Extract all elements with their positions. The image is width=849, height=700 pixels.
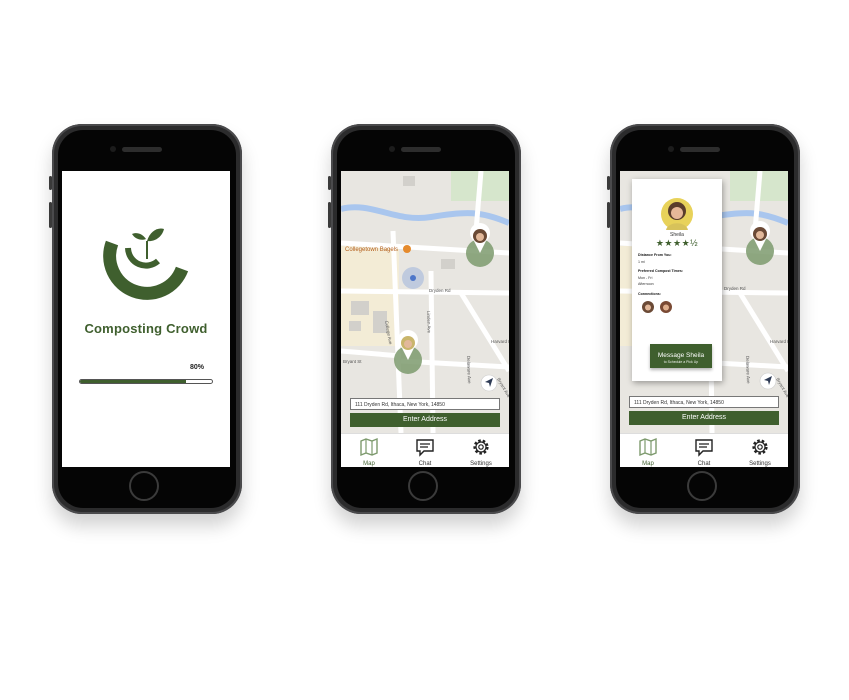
app-logo-icon (103, 228, 189, 300)
street-label: Dryden Rd (724, 286, 746, 291)
rating-stars: ★★★★½ (655, 238, 699, 248)
earpiece-speaker (122, 147, 162, 152)
current-location-dot (410, 275, 416, 281)
side-button (328, 176, 331, 190)
profile-screen: Dryden Rd Harvard Pl Delaware Ave Bryant… (620, 171, 788, 467)
tab-label: Settings (749, 461, 771, 467)
logo-inner-arc (125, 247, 160, 269)
tab-label: Chat (697, 461, 711, 467)
connection-avatar[interactable] (642, 301, 654, 313)
map-view[interactable]: Collegetown Bagels Dryden Rd College Ave… (341, 171, 509, 433)
phone-map: Collegetown Bagels Dryden Rd College Ave… (328, 124, 521, 514)
chat-icon (695, 439, 713, 457)
message-button-subtitle: to Schedule a Pick Up (663, 360, 699, 364)
front-camera (389, 146, 395, 152)
tab-label: Map (642, 461, 654, 467)
logo-leaf-left (132, 233, 146, 240)
progress-fill (80, 380, 186, 383)
progress-percent: 80% (190, 364, 205, 371)
message-button-title: Message Sheila (657, 352, 705, 359)
street-label: Delaware Ave (745, 356, 751, 384)
map-view[interactable]: Dryden Rd Harvard Pl Delaware Ave Bryant… (620, 171, 788, 433)
locate-button[interactable] (759, 372, 777, 390)
tab-settings[interactable]: Settings (453, 436, 509, 467)
street-label: Harvard Pl (491, 339, 509, 344)
street-label: Bryant St (343, 359, 362, 364)
profile-card: Sheila ★★★★½ Distance From You: 1 mi Pre… (632, 179, 722, 381)
street-label: Linden Ave (426, 311, 432, 334)
tab-label: Chat (418, 461, 432, 467)
tab-map[interactable]: Map (341, 436, 397, 467)
map-screen: Collegetown Bagels Dryden Rd College Ave… (341, 171, 509, 467)
side-button (607, 176, 610, 190)
map-icon (639, 437, 657, 457)
locate-button[interactable] (480, 374, 498, 392)
distance-value: 1 mi (638, 260, 645, 264)
distance-label: Distance From You: (638, 253, 672, 257)
front-camera (668, 146, 674, 152)
earpiece-speaker (680, 147, 720, 152)
message-button[interactable]: Message Sheila to Schedule a Pick Up (650, 344, 712, 368)
enter-address-button[interactable]: Enter Address (629, 411, 779, 425)
enter-address-button[interactable]: Enter Address (350, 413, 500, 427)
side-button (607, 202, 610, 228)
splash-screen: Composting Crowd 80% (62, 171, 230, 467)
side-button (49, 176, 52, 190)
connections-label: Connections: (638, 292, 661, 296)
phone-splash: Composting Crowd 80% (49, 124, 242, 514)
profile-avatar (661, 198, 693, 230)
map-tiles: Collegetown Bagels Dryden Rd College Ave… (341, 171, 509, 433)
poi-pin-icon (403, 245, 411, 253)
tab-bar: Map Chat Settings (341, 433, 509, 467)
compost-days: Mon - Fri (638, 276, 653, 280)
earpiece-speaker (401, 147, 441, 152)
map-icon (360, 437, 378, 457)
home-button[interactable] (129, 471, 159, 501)
compost-times-label: Preferred Compost Times: (638, 269, 684, 273)
gear-icon (473, 439, 489, 455)
tab-map[interactable]: Map (620, 436, 676, 467)
phone-profile: Dryden Rd Harvard Pl Delaware Ave Bryant… (607, 124, 800, 514)
address-field[interactable]: 111 Dryden Rd, Ithaca, New York, 14850 (350, 398, 500, 410)
tab-label: Map (363, 461, 375, 467)
connection-avatar[interactable] (660, 301, 672, 313)
app-name: Composting Crowd (84, 321, 208, 336)
progress-bar (79, 379, 213, 384)
home-button[interactable] (408, 471, 438, 501)
tab-label: Settings (470, 461, 492, 467)
tab-chat[interactable]: Chat (397, 436, 453, 467)
side-button (328, 202, 331, 228)
home-button[interactable] (687, 471, 717, 501)
gear-icon (752, 439, 768, 455)
tab-bar: Map Chat Settings (620, 433, 788, 467)
compost-period: Afternoon (638, 282, 654, 286)
front-camera (110, 146, 116, 152)
street-label: Dryden Rd (429, 288, 451, 293)
side-button (49, 202, 52, 228)
tab-settings[interactable]: Settings (732, 436, 788, 467)
poi-label: Collegetown Bagels (345, 247, 398, 253)
street-label: Delaware Ave (466, 356, 472, 384)
street-label: Harvard Pl (770, 339, 788, 344)
address-field[interactable]: 111 Dryden Rd, Ithaca, New York, 14850 (629, 396, 779, 408)
chat-icon (416, 439, 434, 457)
tab-chat[interactable]: Chat (676, 436, 732, 467)
logo-leaf-right (147, 228, 164, 242)
